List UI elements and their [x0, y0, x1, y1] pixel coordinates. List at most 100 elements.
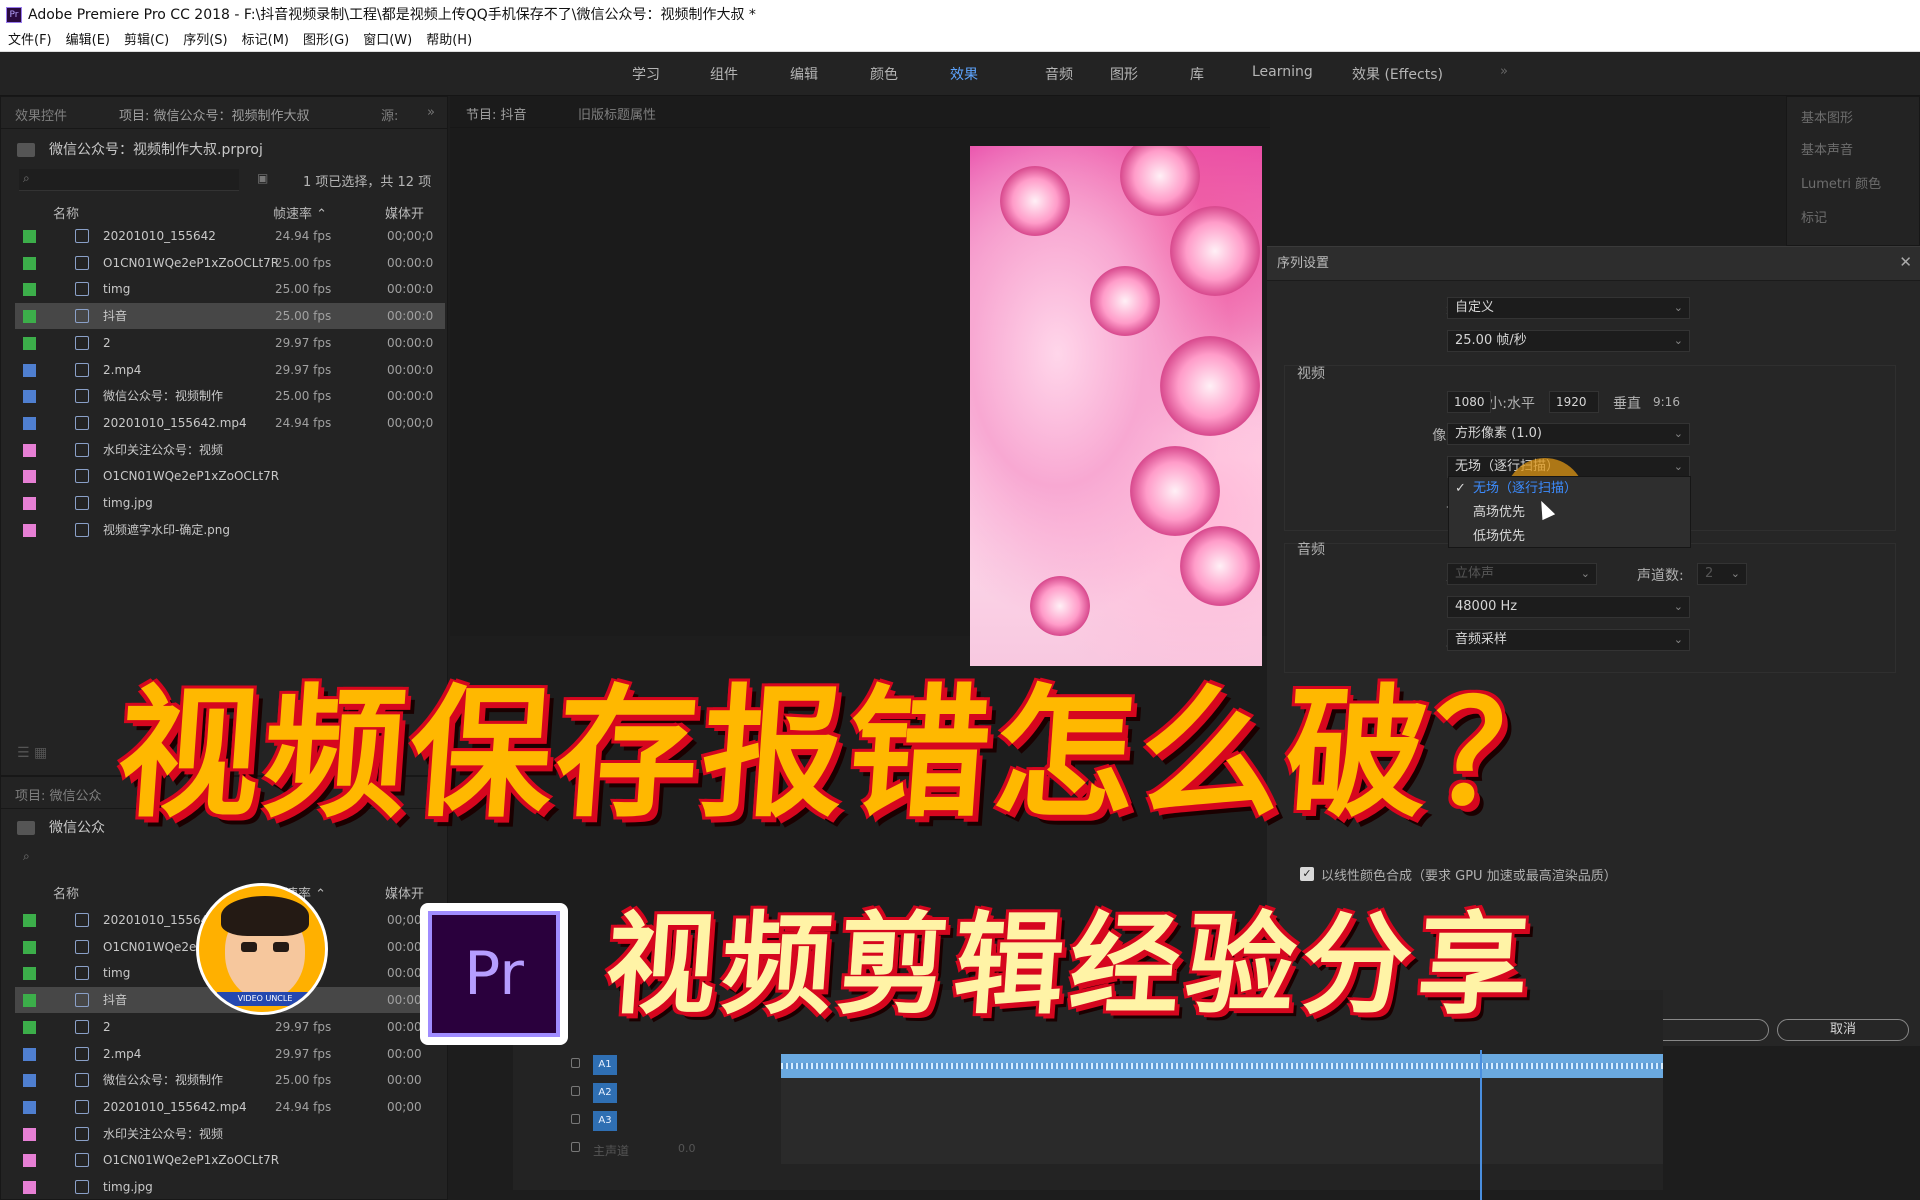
label-color-swatch[interactable] — [23, 310, 36, 324]
label-color-swatch[interactable] — [23, 230, 36, 243]
menu-item[interactable]: 窗口(W) — [363, 33, 412, 48]
list-item[interactable]: 2.mp4 29.97 fps 00:00 — [15, 1041, 445, 1067]
playhead[interactable] — [1480, 1050, 1482, 1200]
list-item[interactable]: 20201010_155642.mp4 24.94 fps 00;00;0 — [15, 410, 445, 436]
lock-icon[interactable] — [571, 1086, 580, 1096]
label-color-swatch[interactable] — [23, 914, 36, 927]
edit-mode-select[interactable]: 自定义 ⌄ — [1447, 297, 1690, 319]
list-item[interactable]: 微信公众号：视频制作 25.00 fps 00:00:0 — [15, 383, 445, 409]
frame-width-input[interactable]: 1080 — [1447, 391, 1491, 413]
search-input[interactable]: ⌕ — [19, 169, 239, 191]
timebase-select[interactable]: 25.00 帧/秒 ⌄ — [1447, 330, 1690, 352]
label-color-swatch[interactable] — [23, 390, 36, 404]
list-item[interactable]: 20201010_155642.mp4 24.94 fps 00;00 — [15, 1094, 445, 1120]
panel-lumetri-color[interactable]: Lumetri 颜色 — [1801, 173, 1881, 192]
tab-effect-controls[interactable]: 效果控件 — [15, 105, 67, 124]
label-color-swatch[interactable] — [23, 523, 36, 537]
audio-display-format-select[interactable]: 音频采样 ⌄ — [1447, 629, 1690, 651]
workspace-tab[interactable]: 图形 — [1110, 64, 1138, 84]
tab-project[interactable]: 项目: 微信公众号：视频制作大叔 — [119, 105, 310, 124]
label-color-swatch[interactable] — [23, 967, 36, 981]
dropdown-option-upper-first[interactable]: 高场优先 — [1449, 501, 1690, 525]
list-item[interactable]: 微信公众号：视频制作 25.00 fps 00:00 — [15, 1067, 445, 1093]
list-item[interactable]: timg.jpg — [15, 490, 445, 516]
lock-icon[interactable] — [571, 1114, 580, 1124]
new-bin-icon[interactable]: ▣ — [257, 171, 268, 185]
audio-clip[interactable] — [781, 1054, 1663, 1078]
list-item[interactable]: 2 29.97 fps 00:00:0 — [15, 330, 445, 356]
channel-format-select[interactable]: 立体声 ⌄ — [1447, 563, 1597, 585]
panel-essential-graphics[interactable]: 基本图形 — [1801, 107, 1853, 126]
lock-icon[interactable] — [571, 1142, 580, 1152]
sample-rate-select[interactable]: 48000 Hz ⌄ — [1447, 596, 1690, 618]
workspace-tab[interactable]: 组件 — [710, 64, 738, 84]
dropdown-option-progressive[interactable]: ✓ 无场（逐行扫描） — [1449, 477, 1690, 501]
workspace-tab[interactable]: 颜色 — [870, 64, 898, 84]
menu-item[interactable]: 标记(M) — [242, 33, 289, 48]
search-icon[interactable]: ⌕ — [23, 849, 30, 864]
close-icon[interactable]: ✕ — [1899, 253, 1912, 271]
list-item[interactable]: 抖音 25.00 fps 00:00:0 — [15, 303, 445, 330]
track-label-a3[interactable]: A3 — [593, 1111, 617, 1131]
column-media-start-2[interactable]: 媒体开 — [385, 883, 424, 902]
label-color-swatch[interactable] — [23, 1154, 36, 1168]
workspace-tab[interactable]: 音频 — [1045, 64, 1073, 84]
label-color-swatch[interactable] — [23, 1181, 36, 1194]
panel-markers[interactable]: 标记 — [1801, 207, 1827, 226]
column-fps[interactable]: 帧速率 ⌃ — [273, 203, 327, 222]
label-color-swatch[interactable] — [23, 363, 36, 377]
label-color-swatch[interactable] — [23, 1047, 36, 1061]
menu-item[interactable]: 文件(F) — [8, 33, 52, 48]
list-item[interactable]: 2.mp4 29.97 fps 00:00:0 — [15, 357, 445, 383]
menu-item[interactable]: 图形(G) — [303, 33, 349, 48]
label-color-swatch[interactable] — [23, 1020, 36, 1034]
column-name[interactable]: 名称 — [53, 203, 79, 222]
panel-essential-sound[interactable]: 基本声音 — [1801, 139, 1853, 158]
list-view-icon[interactable]: ☰ ▦ — [17, 745, 47, 761]
label-color-swatch[interactable] — [23, 994, 36, 1008]
track-label-a2[interactable]: A2 — [593, 1083, 617, 1103]
workspace-tab[interactable]: Learning — [1252, 64, 1313, 80]
dropdown-option-lower-first[interactable]: 低场优先 — [1449, 525, 1690, 549]
list-item[interactable]: O1CN01WQe2eP1xZoOCLt7R — [15, 463, 445, 489]
workspace-tab[interactable]: 学习 — [632, 64, 660, 84]
workspace-more-icon[interactable]: » — [1500, 64, 1508, 79]
lock-icon[interactable] — [571, 1058, 580, 1068]
list-item[interactable]: timg 25.00 fps 00:00:0 — [15, 276, 445, 302]
label-color-swatch[interactable] — [23, 1127, 36, 1141]
list-item[interactable]: 20201010_155642 24.94 fps 00;00;0 — [15, 223, 445, 249]
workspace-tab[interactable]: 效果 (Effects) — [1352, 64, 1443, 84]
tab-source[interactable]: 源: — [381, 105, 398, 124]
workspace-tab[interactable]: 库 — [1190, 64, 1204, 84]
workspace-tab[interactable]: 编辑 — [790, 64, 818, 84]
menu-item[interactable]: 剪辑(C) — [124, 33, 169, 48]
frame-height-input[interactable]: 1920 — [1549, 391, 1599, 413]
list-item[interactable]: O1CN01WQe2eP1xZoOCLt7R 25.00 fps 00:00:0 — [15, 250, 445, 276]
pixel-aspect-select[interactable]: 方形像素 (1.0) ⌄ — [1447, 423, 1690, 445]
label-color-swatch[interactable] — [23, 1074, 36, 1088]
tab-program[interactable]: 节目: 抖音 — [466, 104, 527, 123]
label-color-swatch[interactable] — [23, 256, 36, 270]
tab-legacy-title[interactable]: 旧版标题属性 — [578, 104, 656, 123]
track-label-a1[interactable]: A1 — [593, 1055, 617, 1075]
list-item[interactable]: O1CN01WQe2eP1xZoOCLt7R — [15, 1147, 445, 1173]
label-color-swatch[interactable] — [23, 416, 36, 430]
workspace-tab[interactable]: 效果 — [950, 64, 978, 84]
label-color-swatch[interactable] — [23, 940, 36, 954]
column-name-2[interactable]: 名称 — [53, 883, 79, 902]
label-color-swatch[interactable] — [23, 283, 36, 297]
label-color-swatch[interactable] — [23, 336, 36, 350]
label-color-swatch[interactable] — [23, 470, 36, 484]
label-color-swatch[interactable] — [23, 443, 36, 457]
gpu-checkbox[interactable]: ✓ — [1300, 867, 1314, 881]
list-item[interactable]: 水印关注公众号：视频 — [15, 437, 445, 463]
label-color-swatch[interactable] — [23, 497, 36, 510]
panel-expand-icon[interactable]: » — [427, 105, 435, 120]
list-item[interactable]: 水印关注公众号：视频 — [15, 1121, 445, 1147]
timeline-track-area[interactable] — [781, 1074, 1663, 1164]
label-color-swatch[interactable] — [23, 1100, 36, 1114]
list-item[interactable]: timg.jpg — [15, 1174, 445, 1200]
menu-item[interactable]: 编辑(E) — [66, 33, 110, 48]
list-item[interactable]: 2 29.97 fps 00:00 — [15, 1014, 445, 1040]
menu-item[interactable]: 序列(S) — [183, 33, 227, 48]
